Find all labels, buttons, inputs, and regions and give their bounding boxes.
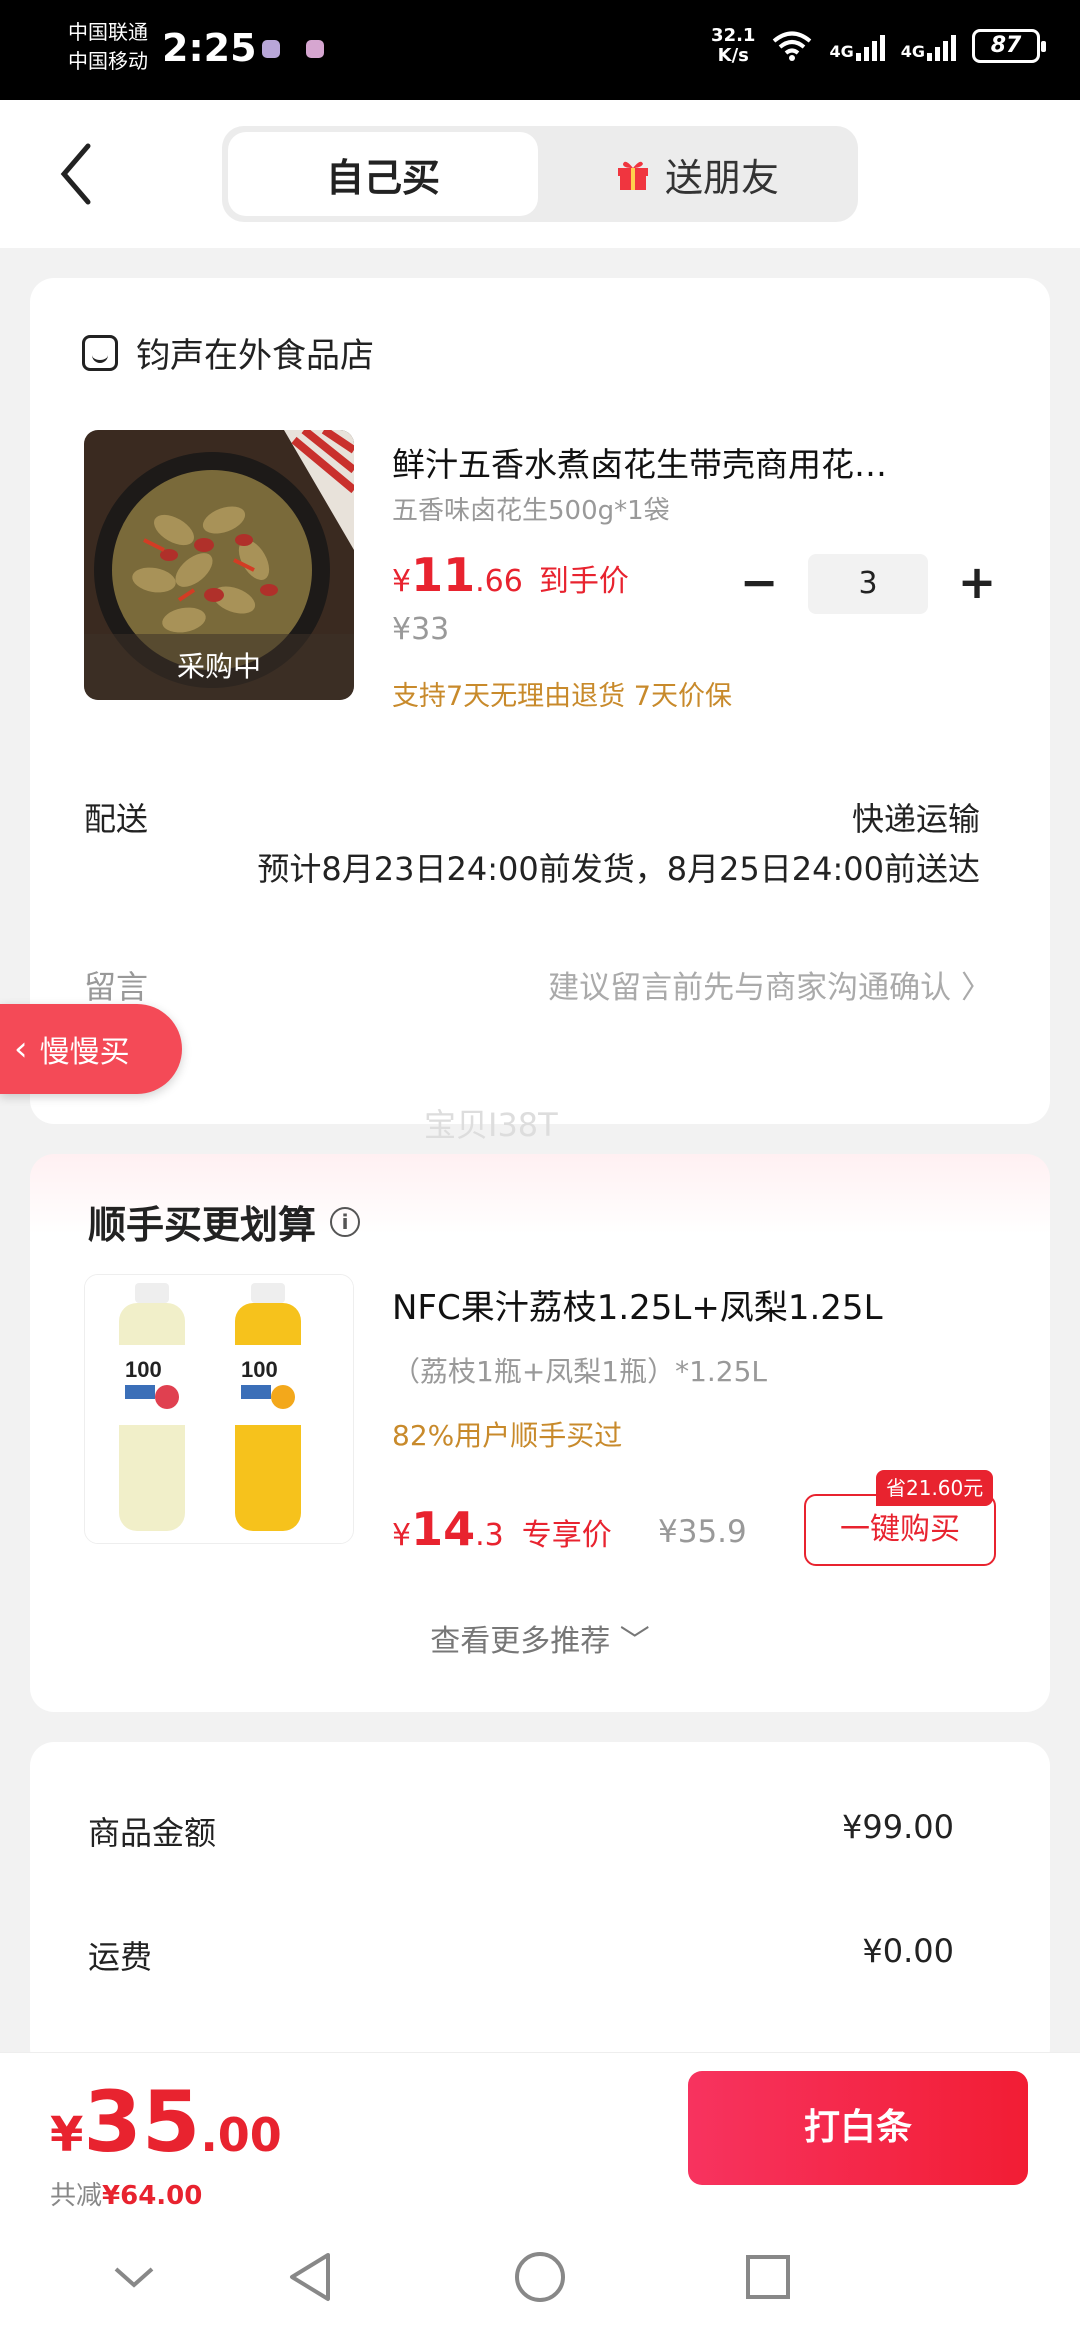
guarantee-tags: 支持7天无理由退货 7天价保 [392, 681, 732, 712]
price-dec: .3 [475, 1518, 504, 1553]
shipping-value: ¥0.00 [862, 1932, 954, 1970]
price-dec: .66 [475, 564, 523, 599]
goods-amount-label: 商品金额 [88, 1814, 217, 1852]
gift-icon [617, 161, 648, 190]
shop-name: 钧声在外食品店 [136, 336, 374, 376]
quantity-value[interactable]: 3 [808, 554, 928, 614]
tab-send-friend[interactable]: 送朋友 [542, 132, 852, 216]
clock: 2:25 [162, 26, 257, 70]
product-spec[interactable]: 五香味卤花生500g*1袋 [392, 490, 670, 527]
carrier-2: 中国移动 [68, 49, 148, 73]
discount-label: 共减 [50, 2181, 103, 2211]
signal-1-label: 4G [829, 42, 854, 61]
price-currency: ¥ [392, 564, 412, 599]
product-original-price: ¥33 [392, 612, 450, 647]
total-dec: .00 [200, 2108, 282, 2162]
recommend-price: ¥14.3 专享价 [392, 1502, 612, 1556]
tab-buy-self[interactable]: 自己买 [228, 132, 538, 216]
recommend-product-image[interactable]: 100 100 [84, 1274, 354, 1544]
delivery-method[interactable]: 快递运输 [852, 794, 980, 840]
carrier-info: 中国联通 中国移动 [68, 18, 148, 76]
total-price: ¥35.00 [50, 2073, 282, 2171]
notification-icon [306, 40, 324, 58]
tab-buy-self-label: 自己买 [325, 155, 440, 200]
chevron-down-icon [114, 2267, 154, 2288]
top-header: 自己买 送朋友 [0, 100, 1080, 248]
nav-hide-button[interactable] [104, 2247, 164, 2307]
increase-button[interactable]: + [952, 559, 1002, 609]
signal-2-label: 4G [900, 42, 925, 61]
info-icon[interactable]: i [330, 1206, 361, 1237]
nav-back-button[interactable] [280, 2247, 340, 2307]
signal-2: 4G [901, 31, 956, 61]
pay-button[interactable]: 打白条 [688, 2071, 1028, 2185]
back-button[interactable] [58, 142, 98, 208]
chevron-left-icon [60, 143, 91, 205]
svg-text:100: 100 [241, 1357, 278, 1382]
recommend-stat: 82%用户顺手买过 [392, 1419, 623, 1452]
quantity-stepper: − 3 + [734, 554, 1002, 614]
more-recommend-link[interactable]: 查看更多推荐 ﹀ [30, 1616, 1050, 1660]
decrease-button[interactable]: − [734, 559, 784, 609]
product-title[interactable]: 鲜汁五香水煮卤花生带壳商用花… [392, 438, 992, 486]
shop-icon [82, 334, 118, 371]
order-card: 钧声在外食品店 采购中 鲜汁五香水煮卤花生带壳商用花… 五香味卤花生500g*1… [30, 278, 1050, 1124]
tab-send-friend-label: 送朋友 [664, 155, 779, 200]
square-recent-icon [746, 2255, 790, 2299]
total-int: 35 [83, 2073, 201, 2171]
chevron-left-icon: ‹ [14, 1029, 28, 1069]
purchase-mode-switch: 自己买 送朋友 [222, 126, 858, 222]
checkout-bar: ¥35.00 共减¥64.00 打白条 [0, 2052, 1080, 2340]
delivery-estimate: 预计8月23日24:00前发货，8月25日24:00前送达 [257, 850, 980, 888]
price-currency: ¥ [392, 1518, 412, 1553]
price-label: 专享价 [521, 1518, 612, 1553]
total-discount[interactable]: 共减¥64.00 [50, 2175, 202, 2212]
product-image[interactable]: 采购中 [84, 430, 354, 700]
circle-home-icon [515, 2252, 565, 2302]
signal-1: 4G [829, 31, 885, 61]
purchasing-status: 采购中 [84, 634, 354, 700]
price-int: 14 [411, 1502, 476, 1556]
price-label: 到手价 [538, 564, 629, 599]
slow-buy-button[interactable]: ‹ 慢慢买 [0, 1004, 182, 1094]
recommend-card: 顺手买更划算 i 100 100 NFC果汁荔枝1.25L+凤梨1.25L （荔… [30, 1154, 1050, 1712]
status-bar: 中国联通 中国移动 2:25 32.1 K/s 4G 4G 87 [0, 0, 1080, 100]
net-speed: 32.1 K/s [711, 26, 755, 66]
net-speed-unit: K/s [717, 45, 749, 66]
message-label: 留言 [84, 968, 149, 1006]
juice-bottles-image: 100 100 [85, 1275, 353, 1543]
triangle-back-icon [290, 2253, 330, 2301]
recommend-product-spec: （荔枝1瓶+凤梨1瓶）*1.25L [392, 1355, 768, 1388]
signal-icon [927, 31, 956, 61]
wifi-icon [773, 31, 812, 61]
notification-icon [262, 40, 280, 58]
nav-recent-button[interactable] [738, 2247, 798, 2307]
discount-value: ¥64.00 [102, 2181, 203, 2211]
svg-text:100: 100 [125, 1357, 162, 1382]
shipping-label: 运费 [88, 1938, 153, 1976]
summary-card: 商品金额 ¥99.00 运费 ¥0.00 [30, 1742, 1050, 2072]
net-speed-value: 32.1 [711, 25, 756, 46]
total-currency: ¥ [50, 2107, 84, 2163]
goods-amount-value: ¥99.00 [842, 1808, 954, 1846]
recommend-title: 顺手买更划算 i [88, 1194, 361, 1249]
carrier-1: 中国联通 [68, 20, 148, 44]
signal-icon [855, 31, 885, 61]
price-int: 11 [411, 548, 476, 602]
slow-buy-label: 慢慢买 [39, 1035, 130, 1070]
shop-row[interactable]: 钧声在外食品店 [82, 328, 374, 377]
message-input[interactable]: 建议留言前先与商家沟通确认 〉 [548, 962, 992, 1007]
battery-icon: 87 [972, 29, 1046, 63]
nav-home-button[interactable] [510, 2247, 570, 2307]
save-badge: 省21.60元 [876, 1470, 994, 1506]
recommend-title-text: 顺手买更划算 [88, 1203, 317, 1247]
delivery-label: 配送 [84, 800, 149, 838]
product-price: ¥11.66 到手价 [392, 548, 629, 602]
recommend-original-price: ¥35.9 [658, 1514, 747, 1550]
recommend-product-title[interactable]: NFC果汁荔枝1.25L+凤梨1.25L [392, 1280, 883, 1329]
watermark: 宝贝I38T [424, 1106, 558, 1144]
